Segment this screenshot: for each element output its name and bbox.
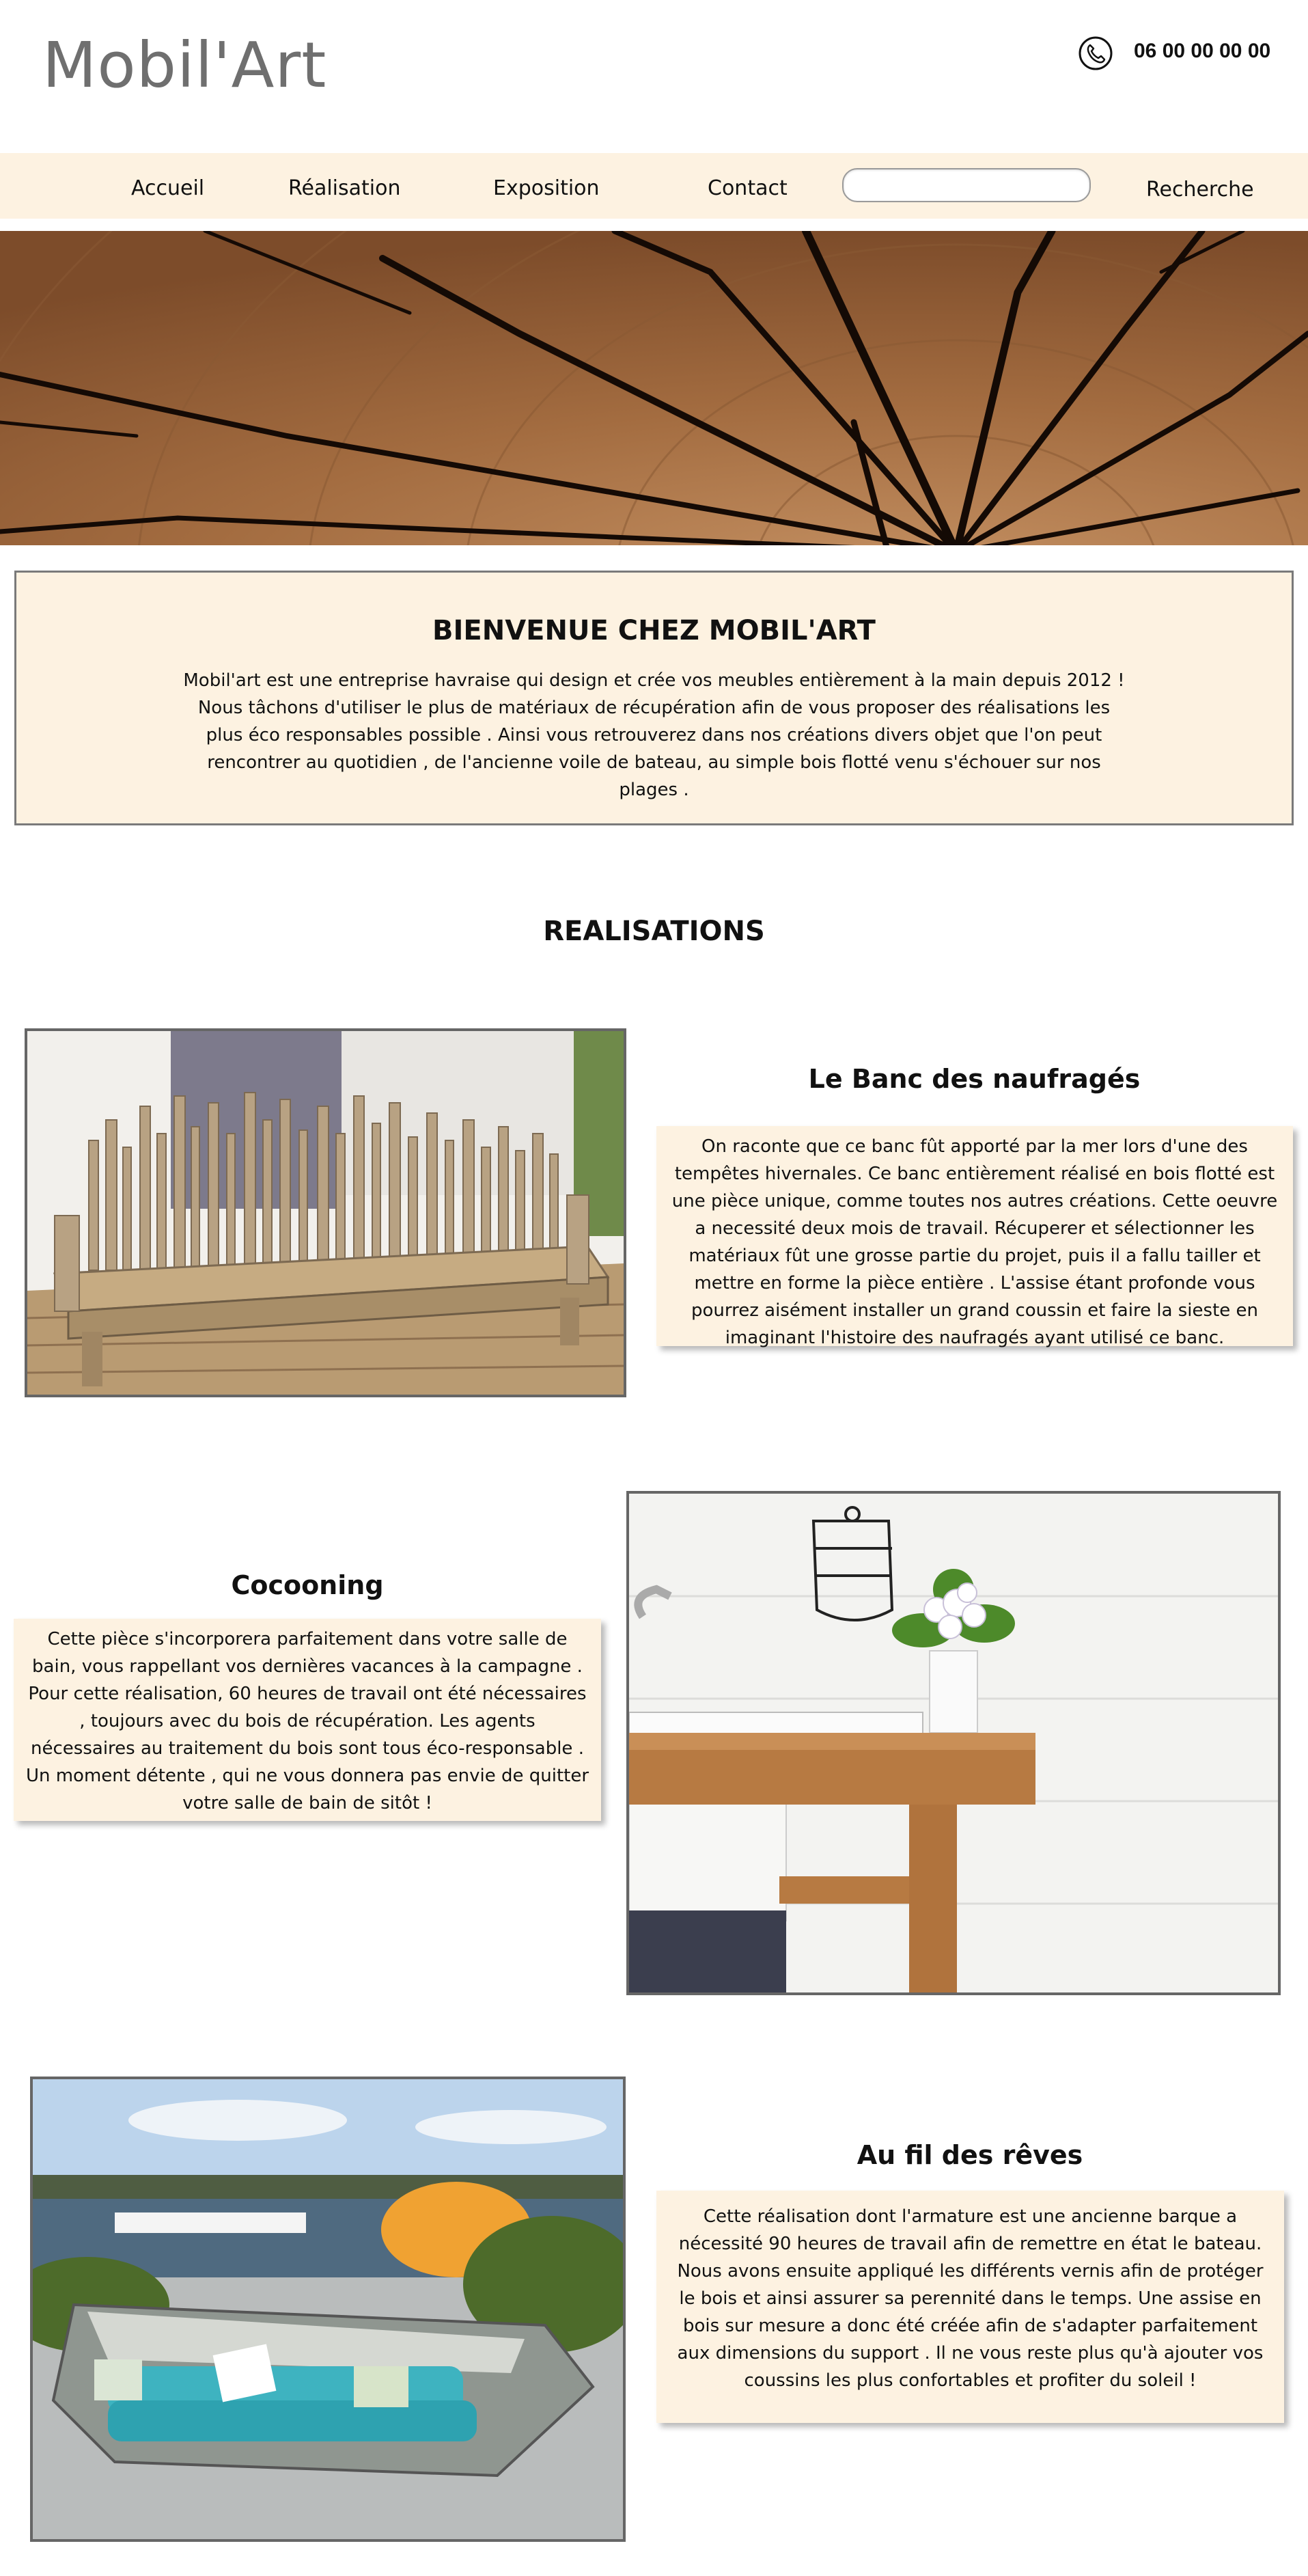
driftwood-bench-photo: [25, 1028, 626, 1397]
phone-number[interactable]: 06 00 00 00 00: [1134, 40, 1270, 63]
realisation-title-banc: Le Banc des naufragés: [808, 1064, 1141, 1094]
nav-item-contact[interactable]: Contact: [708, 176, 788, 200]
realisations-heading: REALISATIONS: [543, 916, 765, 947]
nav-item-accueil[interactable]: Accueil: [131, 176, 204, 200]
site-logo[interactable]: Mobil'Art: [42, 34, 326, 97]
realisation-description-cocooning: Cette pièce s'incorporera parfaitement d…: [14, 1619, 601, 1821]
bathroom-sink-photo: [626, 1491, 1281, 1995]
phone-icon: [1078, 36, 1113, 71]
boat-sofa-photo: [30, 2077, 626, 2542]
nav-item-realisation[interactable]: Réalisation: [288, 176, 401, 200]
welcome-text: Mobil'art est une entreprise havraise qu…: [183, 670, 1125, 800]
welcome-title: BIENVENUE CHEZ MOBIL'ART: [432, 615, 876, 646]
nav-item-exposition[interactable]: Exposition: [493, 176, 600, 200]
realisation-title-au-fil-des-reves: Au fil des rêves: [857, 2140, 1083, 2170]
search-input[interactable]: [842, 168, 1091, 202]
hero-banner-image: [0, 231, 1308, 545]
realisation-title-cocooning: Cocooning: [231, 1570, 384, 1600]
search-button[interactable]: Recherche: [1146, 178, 1254, 202]
welcome-section: BIENVENUE CHEZ MOBIL'ART Mobil'art est u…: [14, 571, 1294, 825]
main-navigation: Accueil Réalisation Exposition Contact R…: [0, 153, 1308, 219]
realisation-description-au-fil-des-reves: Cette réalisation dont l'armature est un…: [656, 2191, 1284, 2423]
realisation-description-banc: On raconte que ce banc fût apporté par l…: [656, 1126, 1293, 1348]
